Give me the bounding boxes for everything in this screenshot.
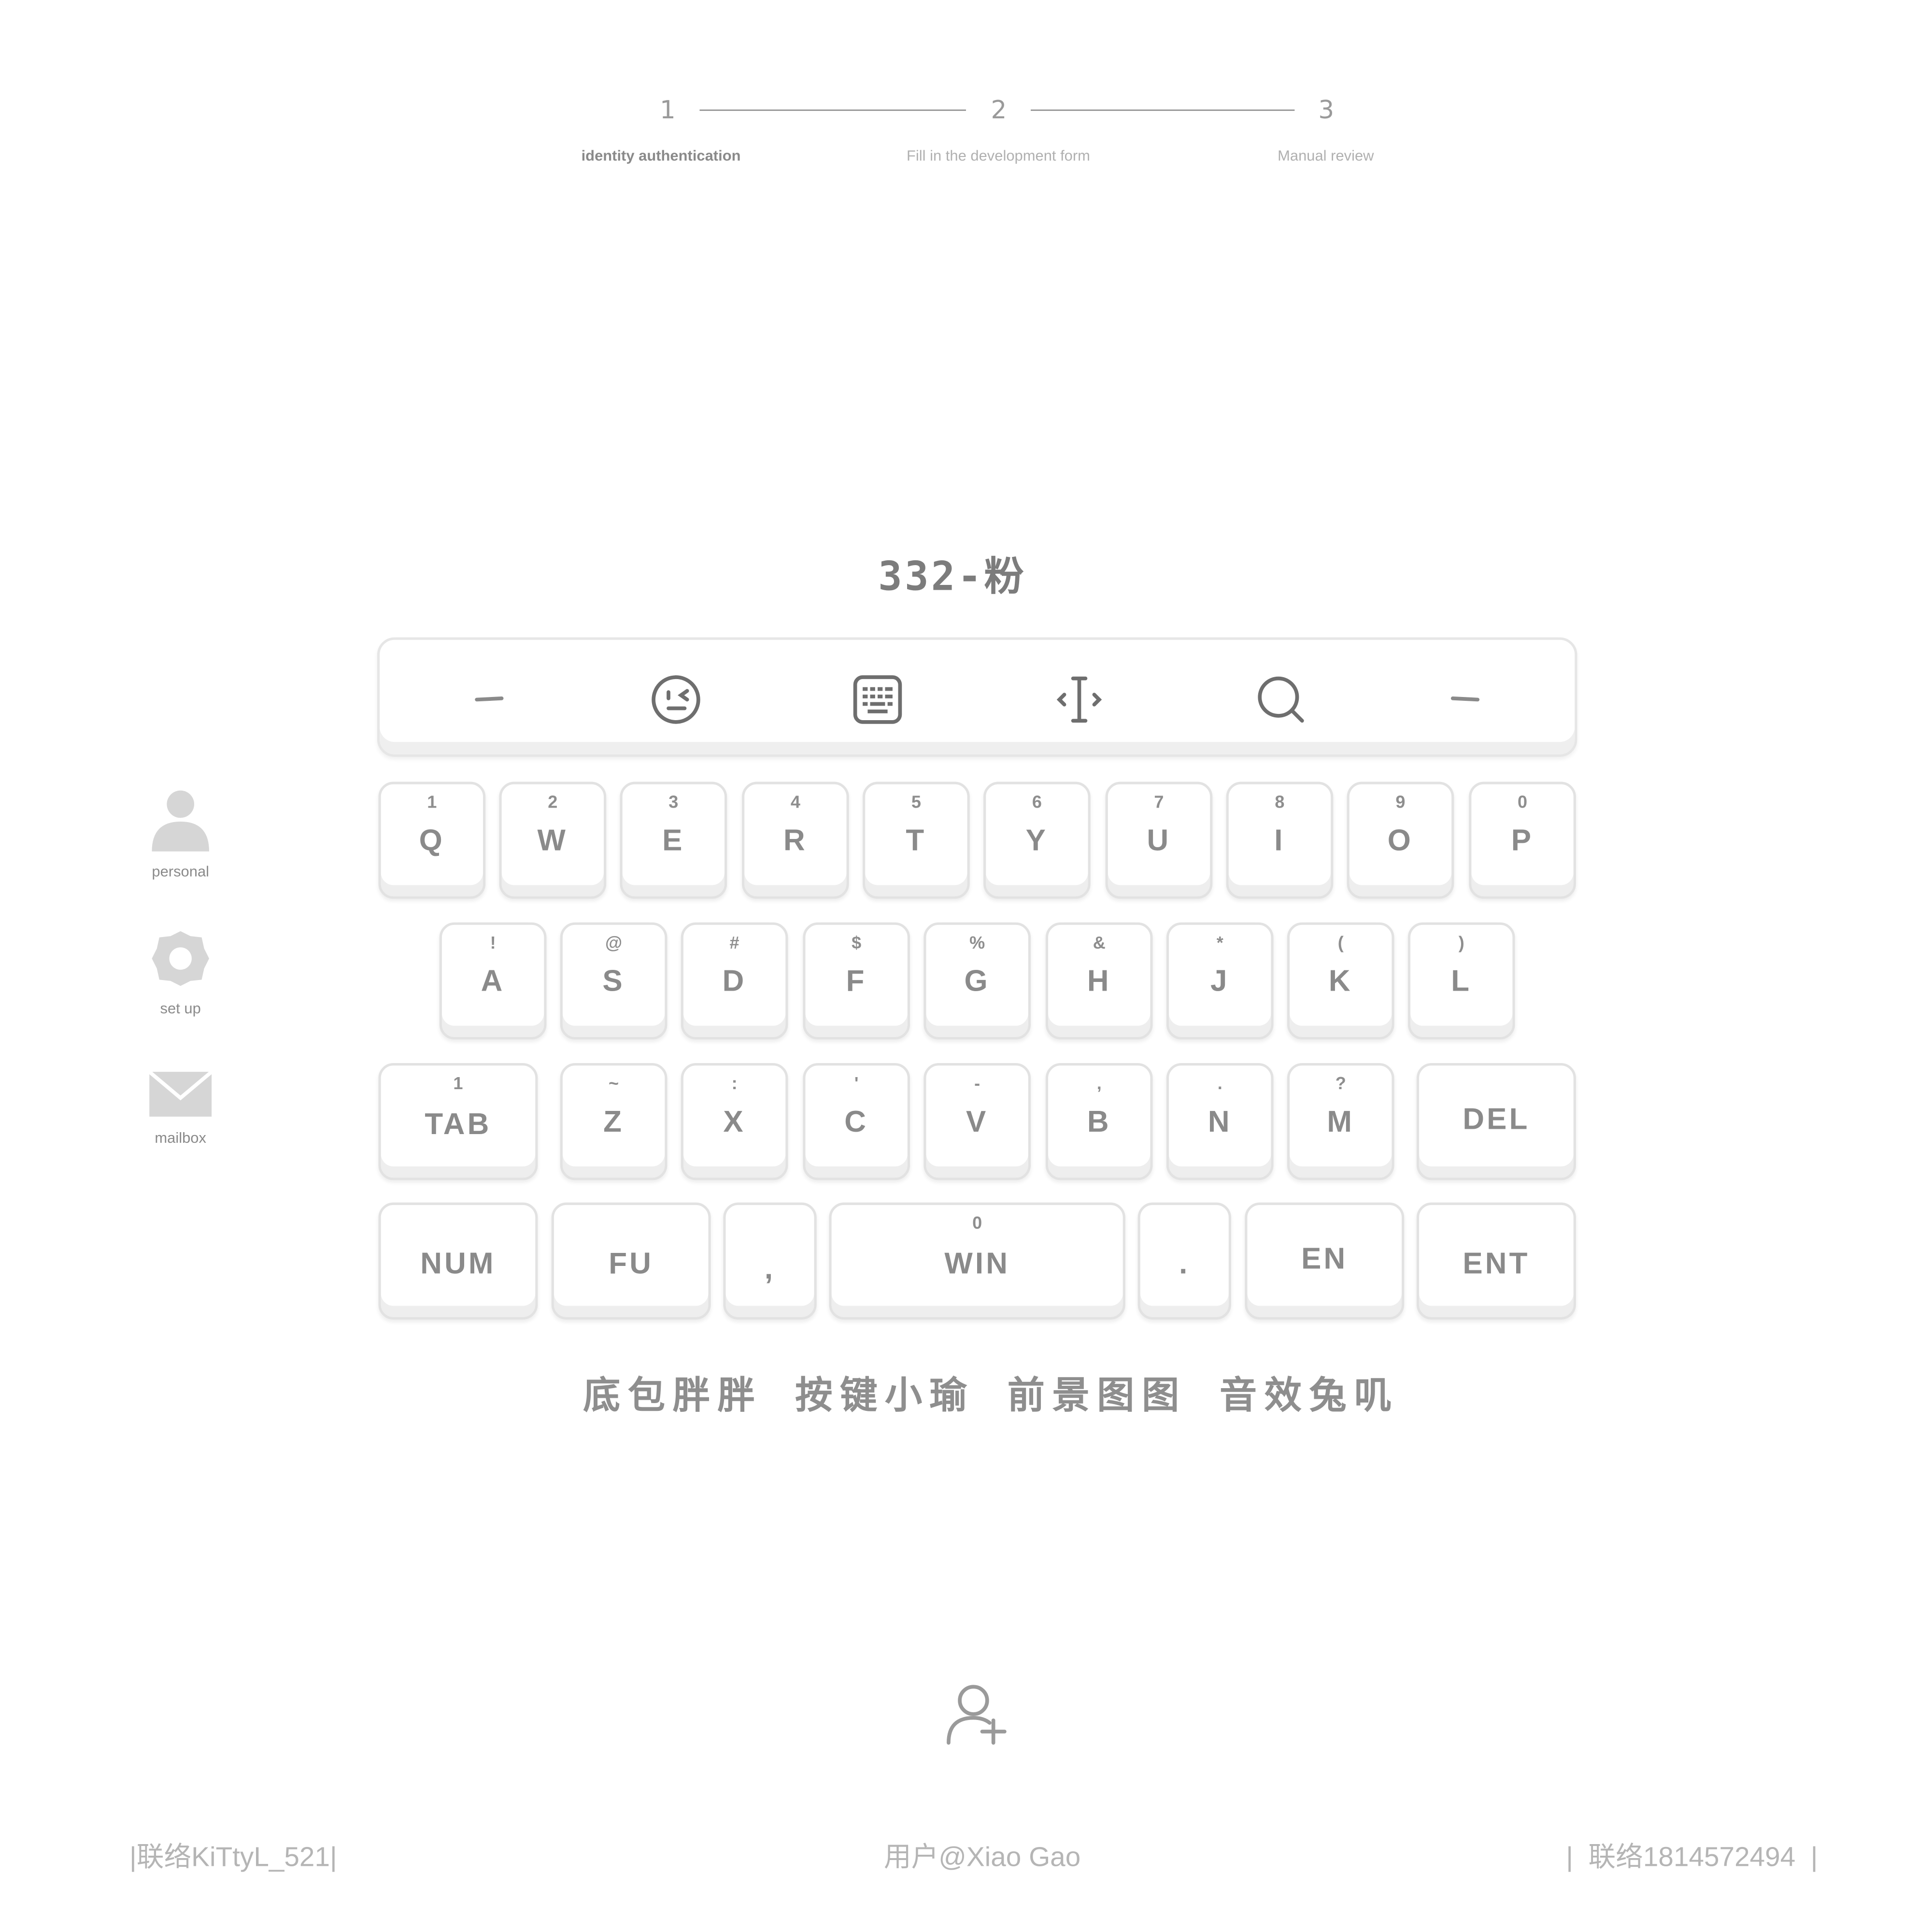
key-d[interactable]: # D xyxy=(681,922,788,1040)
credits-text: 底包胖胖 按键小瑜 前景图图 音效兔叽 xyxy=(583,1374,1399,1418)
keyboard-toolbar xyxy=(377,637,1577,757)
sidebar-item-mailbox[interactable]: mailbox xyxy=(131,1070,230,1147)
sidebar-item-label: personal xyxy=(152,863,210,881)
key-v[interactable]: -V xyxy=(923,1063,1031,1180)
mail-icon xyxy=(148,1070,213,1117)
footer-right-contact: | 联络1814572494 | xyxy=(1566,1841,1818,1873)
cursor-icon[interactable] xyxy=(1052,672,1107,727)
step-2-number: 2 xyxy=(991,94,1007,125)
key-comma[interactable]: , xyxy=(723,1202,817,1320)
step-3-number: 3 xyxy=(1318,94,1335,125)
person-icon xyxy=(152,790,209,852)
key-tab[interactable]: 1 TAB xyxy=(378,1063,538,1180)
sidebar-item-label: mailbox xyxy=(155,1129,206,1147)
key-en[interactable]: EN xyxy=(1245,1202,1405,1320)
key-x[interactable]: :X xyxy=(681,1063,788,1180)
key-ent[interactable]: ENT xyxy=(1416,1202,1576,1320)
dash-icon[interactable] xyxy=(1438,672,1492,727)
step-2-label: Fill in the development form xyxy=(907,147,1090,165)
footer-user: 用户@Xiao Gao xyxy=(883,1841,1081,1873)
step-1-number: 1 xyxy=(659,94,676,125)
step-connector-1 xyxy=(699,109,966,111)
keyboard-icon[interactable] xyxy=(850,672,905,727)
key-period[interactable]: . xyxy=(1137,1202,1231,1320)
key-y[interactable]: 6Y xyxy=(983,781,1091,899)
key-a[interactable]: ! A xyxy=(439,922,547,1040)
key-win[interactable]: 0 WIN xyxy=(829,1202,1125,1320)
key-s[interactable]: @ S xyxy=(560,922,668,1040)
key-c[interactable]: ' C xyxy=(803,1063,910,1180)
key-n[interactable]: .N xyxy=(1166,1063,1274,1180)
step-1-label: identity authentication xyxy=(581,147,741,165)
key-j[interactable]: * J xyxy=(1166,922,1274,1040)
search-icon[interactable] xyxy=(1253,672,1308,727)
key-del[interactable]: DEL xyxy=(1416,1063,1576,1180)
key-z[interactable]: ~ Z xyxy=(560,1063,668,1180)
add-user-icon[interactable] xyxy=(944,1680,1011,1747)
step-3-label: Manual review xyxy=(1278,147,1374,165)
key-u[interactable]: 7U xyxy=(1105,781,1213,899)
key-t[interactable]: 5T xyxy=(863,781,970,899)
key-q[interactable]: 1Q xyxy=(378,781,486,899)
key-m[interactable]: ? M xyxy=(1287,1063,1394,1180)
key-h[interactable]: & H xyxy=(1045,922,1153,1040)
key-fu[interactable]: FU xyxy=(551,1202,711,1320)
page-title: 332-粉 xyxy=(878,553,1027,600)
sidebar-item-label: set up xyxy=(160,999,201,1017)
key-g[interactable]: % G xyxy=(923,922,1031,1040)
emoji-icon[interactable] xyxy=(649,672,703,727)
key-f[interactable]: $ F xyxy=(803,922,910,1040)
key-i[interactable]: 8I xyxy=(1226,781,1334,899)
key-k[interactable]: (K xyxy=(1287,922,1394,1040)
dash-icon[interactable] xyxy=(462,672,516,727)
footer-left-contact: |联络KiTtyL_521| xyxy=(129,1841,337,1873)
gear-icon xyxy=(152,931,209,986)
key-r[interactable]: 4R xyxy=(742,781,849,899)
key-o[interactable]: 9O xyxy=(1347,781,1454,899)
sidebar-item-set-up[interactable]: set up xyxy=(131,929,230,1017)
key-l[interactable]: ) L xyxy=(1407,922,1515,1040)
key-b[interactable]: ,B xyxy=(1045,1063,1153,1180)
key-e[interactable]: 3E xyxy=(620,781,727,899)
key-num[interactable]: NUM xyxy=(378,1202,538,1320)
key-w[interactable]: 2W xyxy=(499,781,607,899)
page-root: 1 2 3 identity authentication Fill in th… xyxy=(0,0,1932,1932)
step-connector-2 xyxy=(1031,109,1295,111)
sidebar-item-personal[interactable]: personal xyxy=(131,787,230,880)
key-p[interactable]: 0P xyxy=(1469,781,1576,899)
